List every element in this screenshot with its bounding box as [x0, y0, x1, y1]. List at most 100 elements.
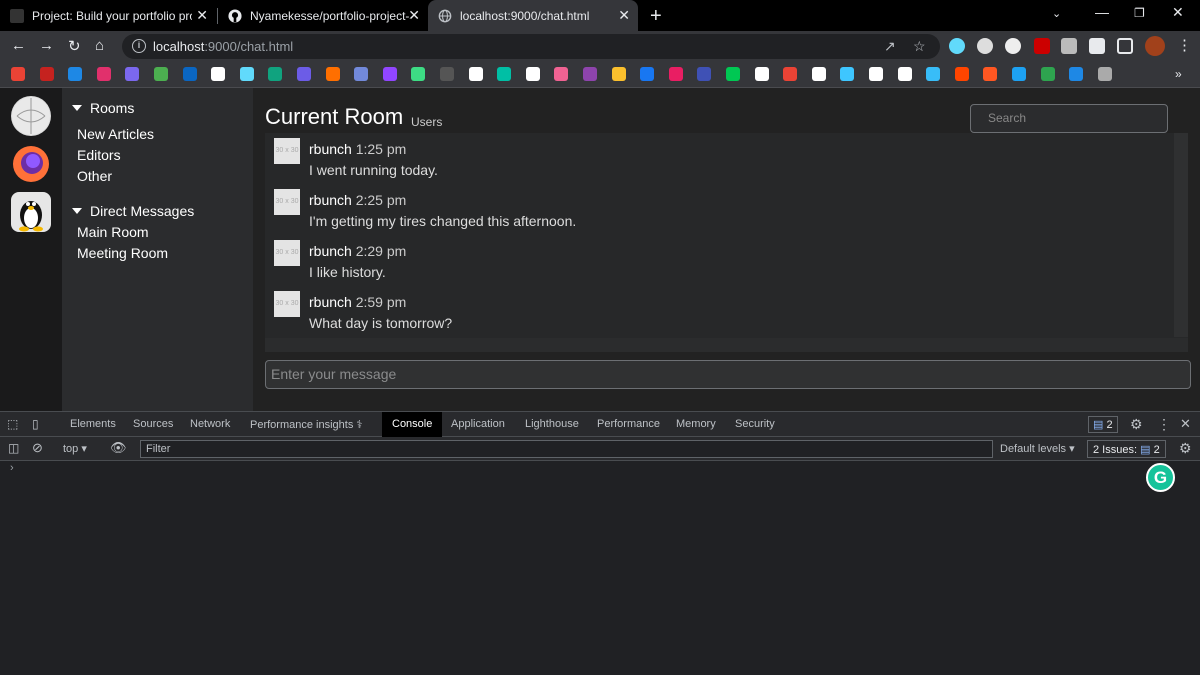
- react-devtools-extension-icon[interactable]: [949, 38, 965, 54]
- devtools-tab-memory[interactable]: Memory: [676, 418, 716, 430]
- bookmark-icon[interactable]: [840, 67, 855, 81]
- close-window-icon[interactable]: ✕: [1172, 4, 1184, 21]
- ublock-extension-icon[interactable]: [1034, 38, 1050, 54]
- bookmark-icon[interactable]: [1069, 67, 1084, 81]
- bookmark-icon[interactable]: [783, 67, 798, 81]
- room-users-label[interactable]: Users: [411, 115, 442, 129]
- bookmark-icon[interactable]: [497, 67, 512, 81]
- bookmark-icon[interactable]: [211, 67, 226, 81]
- message-input[interactable]: Enter your message: [265, 360, 1191, 389]
- browser-menu-icon[interactable]: ⋮: [1177, 36, 1192, 54]
- search-input[interactable]: Search: [970, 104, 1168, 133]
- rooms-section-toggle[interactable]: Rooms: [72, 100, 134, 116]
- vertical-scrollbar[interactable]: [1174, 133, 1188, 337]
- puzzle-extensions-icon[interactable]: [1089, 38, 1105, 54]
- browser-tab-1[interactable]: Project: Build your portfolio proje ✕: [0, 0, 216, 31]
- bookmark-icon[interactable]: [182, 67, 197, 81]
- console-settings-gear-icon[interactable]: ⚙: [1179, 440, 1192, 457]
- log-levels-dropdown[interactable]: Default levels ▾: [1000, 442, 1075, 455]
- more-options-icon[interactable]: ⋮: [1157, 416, 1171, 433]
- devtools-tab-elements[interactable]: Elements: [70, 418, 116, 430]
- devtools-tab-security[interactable]: Security: [735, 418, 775, 430]
- wikipedia-icon[interactable]: [11, 96, 51, 136]
- bookmark-icon[interactable]: [554, 67, 569, 81]
- devtools-tab-console[interactable]: Console: [382, 412, 443, 437]
- direct-messages-section-toggle[interactable]: Direct Messages: [72, 203, 194, 219]
- console-filter-input[interactable]: Filter: [140, 440, 993, 458]
- sidebar-toggle-icon[interactable]: ◫: [8, 441, 19, 455]
- bookmark-icon[interactable]: [268, 67, 283, 81]
- bookmark-icon[interactable]: [640, 67, 655, 81]
- side-panel-icon[interactable]: [1117, 38, 1133, 54]
- new-tab-button[interactable]: +: [650, 5, 662, 28]
- bookmark-icon[interactable]: [611, 67, 626, 81]
- bookmark-icon[interactable]: [96, 67, 111, 81]
- browser-tab-3-active[interactable]: localhost:9000/chat.html ✕: [428, 0, 638, 31]
- bookmark-icon[interactable]: [668, 67, 683, 81]
- room-link-editors[interactable]: Editors: [77, 147, 121, 163]
- bookmark-icon[interactable]: [411, 67, 426, 81]
- extension-icon[interactable]: [977, 38, 993, 54]
- address-bar[interactable]: i localhost:9000/chat.html ↗ ☆: [122, 34, 940, 59]
- bookmark-icon[interactable]: [983, 67, 998, 81]
- bookmark-icon[interactable]: [754, 67, 769, 81]
- bookmark-icon[interactable]: [726, 67, 740, 81]
- bookmark-icon[interactable]: [1040, 67, 1055, 81]
- bookmark-icon[interactable]: [11, 67, 25, 81]
- bookmark-icon[interactable]: [1012, 67, 1026, 81]
- clear-console-icon[interactable]: ⊘: [32, 440, 43, 456]
- bookmark-icon[interactable]: [697, 67, 712, 81]
- reload-icon[interactable]: ↻: [68, 37, 81, 55]
- settings-gear-icon[interactable]: ⚙: [1130, 416, 1143, 433]
- extension-icon[interactable]: [1061, 38, 1077, 54]
- share-icon[interactable]: ↗: [884, 38, 896, 55]
- bookmark-icon[interactable]: [354, 67, 369, 81]
- back-arrow-icon[interactable]: ←: [11, 37, 26, 54]
- bookmark-icon[interactable]: [125, 67, 140, 81]
- extension-icon[interactable]: [1005, 38, 1021, 54]
- bookmark-icon[interactable]: [154, 67, 168, 81]
- dm-link-main-room[interactable]: Main Room: [77, 224, 149, 240]
- home-icon[interactable]: ⌂: [95, 37, 104, 54]
- minimize-window-icon[interactable]: —: [1095, 4, 1109, 20]
- grammarly-icon[interactable]: G: [1146, 463, 1175, 492]
- forward-arrow-icon[interactable]: →: [39, 37, 54, 54]
- firefox-icon[interactable]: [11, 144, 51, 184]
- devtools-tab-sources[interactable]: Sources: [133, 418, 173, 430]
- close-tab-icon[interactable]: ✕: [618, 7, 630, 24]
- devtools-tab-application[interactable]: Application: [451, 418, 505, 430]
- bookmark-icon[interactable]: [239, 67, 254, 81]
- console-prompt[interactable]: ›: [10, 462, 14, 474]
- bookmark-star-icon[interactable]: ☆: [913, 38, 926, 55]
- inspect-element-icon[interactable]: ⬚: [7, 417, 18, 431]
- eye-icon[interactable]: 👁: [110, 440, 127, 456]
- devtools-tab-network[interactable]: Network: [190, 418, 230, 430]
- bookmarks-overflow-icon[interactable]: »: [1175, 67, 1189, 81]
- restore-window-icon[interactable]: ❐: [1134, 6, 1145, 20]
- dm-link-meeting-room[interactable]: Meeting Room: [77, 245, 168, 261]
- devtools-tab-performance-insights[interactable]: Performance insights ⚕: [250, 418, 362, 431]
- bookmark-icon[interactable]: [525, 67, 540, 81]
- context-selector[interactable]: top ▾: [63, 442, 87, 455]
- close-devtools-icon[interactable]: ✕: [1180, 416, 1191, 432]
- bookmark-icon[interactable]: [382, 67, 397, 81]
- bookmark-icon[interactable]: [811, 67, 826, 81]
- bookmark-icon[interactable]: [325, 67, 340, 81]
- site-info-icon[interactable]: i: [132, 39, 146, 53]
- profile-avatar[interactable]: [1145, 36, 1165, 56]
- bookmark-icon[interactable]: [926, 67, 941, 81]
- close-tab-icon[interactable]: ✕: [408, 7, 420, 24]
- bookmark-icon[interactable]: [68, 67, 83, 81]
- linux-tux-icon[interactable]: [11, 192, 51, 232]
- bookmark-icon[interactable]: [583, 67, 597, 81]
- bookmark-icon[interactable]: [1097, 67, 1112, 81]
- bookmark-icon[interactable]: [468, 67, 483, 81]
- bookmark-icon[interactable]: [440, 67, 454, 81]
- tab-search-icon[interactable]: ⌄: [1052, 7, 1061, 20]
- room-link-other[interactable]: Other: [77, 168, 112, 184]
- devtools-tab-performance[interactable]: Performance: [597, 418, 660, 430]
- browser-tab-2[interactable]: Nyamekesse/portfolio-project-sl ✕: [218, 0, 428, 31]
- room-link-new-articles[interactable]: New Articles: [77, 126, 154, 142]
- close-tab-icon[interactable]: ✕: [196, 7, 208, 24]
- messages-badge[interactable]: ▤ 2: [1088, 416, 1118, 433]
